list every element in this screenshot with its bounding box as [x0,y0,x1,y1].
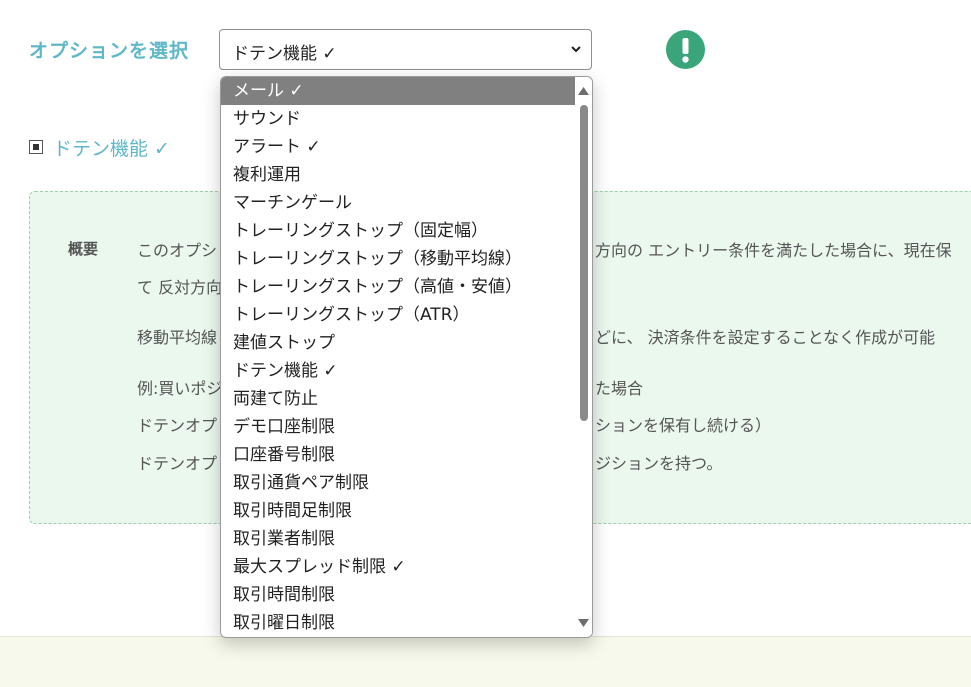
summary-line: 移動平均線 [137,328,218,347]
dropdown-item[interactable]: 建値ストップ [221,329,575,357]
dropdown-item[interactable]: 取引時間制限 [221,581,575,609]
scrollbar-thumb[interactable] [580,105,588,421]
triangle-up-icon[interactable] [577,85,590,97]
dropdown-item[interactable]: アラート ✓ [221,133,575,161]
triangle-down-icon[interactable] [577,617,590,629]
dropdown-item[interactable]: 取引業者制限 [221,525,575,553]
footer-band [0,636,971,687]
summary-line: どに、 決済条件を設定することなく作成が可能 [595,328,936,347]
dropdown-item[interactable]: 最大スプレッド制限 ✓ [221,553,575,581]
page: オプションを選択 ドテン機能 ✓ ドテン機能 ✓ 概要 このオプシ 方向の エン… [0,0,971,687]
checkbox[interactable] [29,140,43,154]
option-dropdown-list[interactable]: メール ✓ サウンド アラート ✓ 複利運用 マーチンゲール トレーリングストッ… [220,76,593,638]
dropdown-item[interactable]: デモ口座制限 [221,413,575,441]
summary-line: ションを保有し続ける） [595,416,772,435]
dropdown-item[interactable]: マーチンゲール [221,189,575,217]
option-select-label: オプションを選択 [29,40,190,62]
option-select-value: ドテン機能 ✓ [232,44,337,64]
summary-line: ドテンオプ [137,454,218,473]
dropdown-scrollbar[interactable] [575,77,592,637]
summary-heading: 概要 [68,240,99,258]
checkbox-label: ドテン機能 ✓ [53,138,170,160]
chevron-down-icon [571,46,581,53]
dropdown-item[interactable]: ドテン機能 ✓ [221,357,575,385]
dropdown-item[interactable]: 取引時間足制限 [221,497,575,525]
dropdown-items: メール ✓ サウンド アラート ✓ 複利運用 マーチンゲール トレーリングストッ… [221,77,575,637]
summary-line: て 反対方向 [137,278,223,297]
summary-line: 例:買いポジ [137,379,223,398]
exclamation-circle-icon[interactable] [666,30,705,69]
dropdown-item[interactable]: メール ✓ [221,77,575,105]
summary-line: ジションを持つ。 [595,454,723,473]
dropdown-item[interactable]: トレーリングストップ（ATR） [221,301,575,329]
dropdown-item[interactable]: 両建て防止 [221,385,575,413]
dropdown-item[interactable]: 取引曜日制限 [221,609,575,637]
dropdown-item[interactable]: 取引通貨ペア制限 [221,469,575,497]
dropdown-item[interactable]: トレーリングストップ（移動平均線） [221,245,575,273]
dropdown-item[interactable]: 口座番号制限 [221,441,575,469]
summary-line: 方向の エントリー条件を満たした場合に、現在保 [595,241,952,260]
dropdown-item[interactable]: トレーリングストップ（固定幅） [221,217,575,245]
summary-line: ドテンオプ [137,416,218,435]
summary-line: た場合 [595,379,644,398]
summary-line: このオプシ [137,241,218,260]
option-select[interactable]: ドテン機能 ✓ [219,29,592,70]
dropdown-item[interactable]: 複利運用 [221,161,575,189]
dropdown-item[interactable]: サウンド [221,105,575,133]
dropdown-item[interactable]: トレーリングストップ（高値・安値） [221,273,575,301]
